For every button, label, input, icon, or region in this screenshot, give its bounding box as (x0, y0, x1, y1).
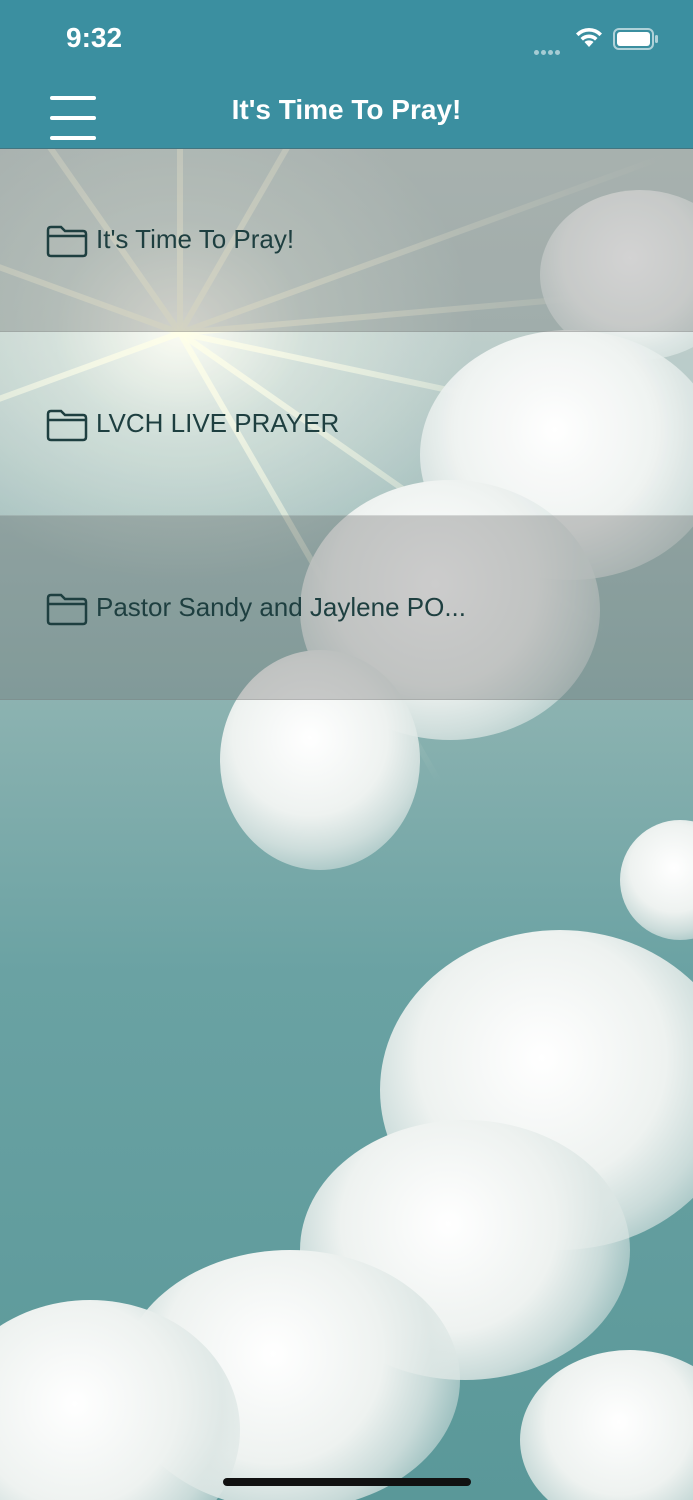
status-bar: 9:32 (0, 0, 693, 76)
wifi-icon (576, 27, 602, 47)
list-item[interactable]: LVCH LIVE PRAYER (0, 332, 693, 516)
page-title: It's Time To Pray! (231, 94, 462, 125)
battery-icon (613, 28, 658, 50)
list-item-label: It's Time To Pray! (96, 224, 295, 254)
folder-icon (46, 409, 88, 442)
list-item-label: Pastor Sandy and Jaylene PO... (96, 592, 466, 622)
folder-list: It's Time To Pray! LVCH LIVE PRAYER Past… (0, 148, 693, 700)
folder-icon (46, 593, 88, 626)
list-item[interactable]: It's Time To Pray! (0, 148, 693, 332)
home-indicator[interactable] (223, 1478, 471, 1486)
cellular-signal-icon (534, 42, 562, 60)
list-item[interactable]: Pastor Sandy and Jaylene PO... (0, 516, 693, 700)
nav-bar: It's Time To Pray! (0, 76, 693, 149)
folder-icon (46, 225, 88, 258)
status-time: 9:32 (66, 22, 123, 53)
list-item-label: LVCH LIVE PRAYER (96, 408, 340, 438)
